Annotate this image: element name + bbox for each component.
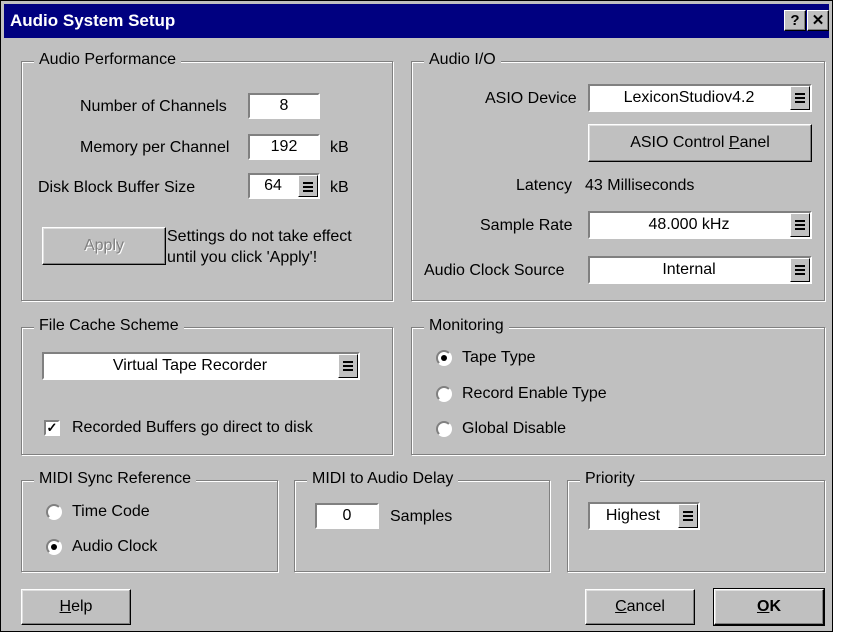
dropdown-arrow-icon[interactable]: [790, 213, 810, 237]
tape-type-label: Tape Type: [462, 349, 536, 366]
apply-note-line2: until you click 'Apply'!: [167, 249, 318, 266]
help-title-button[interactable]: ?: [784, 10, 806, 31]
control-panel-label-pre: ASIO Control: [630, 134, 729, 151]
title-bar: Audio System Setup ? ✕: [4, 4, 829, 38]
ok-mnemonic: O: [756, 598, 770, 615]
priority-group: Priority Highest: [567, 470, 825, 572]
dropdown-arrow-icon[interactable]: [298, 175, 318, 197]
sample-rate-label: Sample Rate: [480, 217, 573, 234]
midi-delay-legend: MIDI to Audio Delay: [307, 470, 459, 488]
memory-unit: kB: [330, 139, 349, 156]
midi-delay-group: MIDI to Audio Delay 0 Samples: [294, 470, 550, 572]
audio-clock-label: Audio Clock: [72, 538, 158, 555]
clock-source-select[interactable]: Internal: [588, 256, 812, 284]
ok-label: K: [769, 598, 781, 615]
apply-button[interactable]: Apply: [42, 227, 166, 265]
clock-source-label: Audio Clock Source: [424, 262, 565, 279]
channels-input[interactable]: 8: [248, 93, 320, 119]
audio-io-legend: Audio I/O: [424, 51, 501, 69]
asio-device-label: ASIO Device: [485, 90, 577, 107]
radio-record-enable-type[interactable]: [436, 386, 452, 402]
global-disable-label: Global Disable: [462, 420, 567, 437]
dropdown-arrow-icon[interactable]: [790, 86, 810, 110]
latency-label: Latency: [516, 177, 573, 194]
time-code-label: Time Code: [72, 503, 150, 520]
radio-audio-clock[interactable]: [46, 539, 62, 555]
midi-delay-input[interactable]: 0: [315, 503, 379, 529]
help-label: elp: [71, 598, 93, 615]
radio-tape-type[interactable]: [436, 350, 452, 366]
file-cache-legend: File Cache Scheme: [34, 317, 184, 335]
disk-buffer-label: Disk Block Buffer Size: [38, 179, 196, 196]
file-cache-value: Virtual Tape Recorder: [112, 357, 268, 374]
direct-to-disk-checkbox[interactable]: ✓: [44, 420, 60, 436]
priority-legend: Priority: [580, 470, 640, 488]
window-title: Audio System Setup: [10, 11, 176, 30]
asio-device-select[interactable]: LexiconStudiov4.2: [588, 84, 812, 112]
priority-value: Highest: [605, 507, 661, 524]
audio-io-group: Audio I/O ASIO Device LexiconStudiov4.2 …: [411, 51, 825, 301]
control-panel-mnemonic: P: [728, 134, 740, 151]
sample-rate-select[interactable]: 48.000 kHz: [588, 211, 812, 239]
channels-label: Number of Channels: [80, 98, 227, 115]
close-icon[interactable]: ✕: [807, 10, 829, 31]
sample-rate-value: 48.000 kHz: [648, 216, 730, 233]
memory-label: Memory per Channel: [80, 139, 230, 156]
latency-value: 43 Milliseconds: [585, 177, 695, 194]
dropdown-arrow-icon[interactable]: [790, 258, 810, 282]
midi-delay-unit: Samples: [390, 508, 453, 525]
record-enable-type-label: Record Enable Type: [462, 385, 607, 402]
help-mnemonic: H: [59, 598, 72, 615]
help-button[interactable]: Help: [21, 589, 131, 625]
clock-source-value: Internal: [662, 261, 716, 278]
midi-sync-group: MIDI Sync Reference Time Code Audio Cloc…: [21, 470, 278, 572]
midi-sync-legend: MIDI Sync Reference: [34, 470, 197, 488]
cancel-label: ancel: [626, 598, 665, 615]
audio-system-setup-dialog: Audio System Setup ? ✕ Audio Performance…: [0, 0, 833, 632]
monitoring-group: Monitoring Tape Type Record Enable Type …: [411, 317, 825, 455]
radio-global-disable[interactable]: [436, 421, 452, 437]
audio-performance-legend: Audio Performance: [34, 51, 181, 69]
cancel-button[interactable]: Cancel: [585, 589, 695, 625]
asio-control-panel-button[interactable]: ASIO Control Panel: [588, 124, 812, 162]
monitoring-legend: Monitoring: [424, 317, 509, 335]
priority-select[interactable]: Highest: [588, 502, 700, 530]
apply-note-line1: Settings do not take effect: [167, 228, 352, 245]
cancel-mnemonic: C: [615, 598, 627, 615]
direct-to-disk-label: Recorded Buffers go direct to disk: [72, 419, 313, 436]
radio-time-code[interactable]: [46, 504, 62, 520]
disk-buffer-value: 64: [264, 177, 282, 194]
asio-device-value: LexiconStudiov4.2: [623, 89, 755, 106]
file-cache-select[interactable]: Virtual Tape Recorder: [42, 352, 360, 380]
audio-performance-group: Audio Performance Number of Channels 8 M…: [21, 51, 393, 301]
dropdown-arrow-icon[interactable]: [338, 354, 358, 378]
memory-input[interactable]: 192: [248, 134, 320, 160]
file-cache-group: File Cache Scheme Virtual Tape Recorder …: [21, 317, 393, 455]
disk-buffer-select[interactable]: 64: [248, 173, 320, 199]
dropdown-arrow-icon[interactable]: [678, 504, 698, 528]
ok-button[interactable]: OK: [713, 588, 825, 626]
control-panel-label-post: anel: [739, 134, 770, 151]
disk-buffer-unit: kB: [330, 179, 349, 196]
